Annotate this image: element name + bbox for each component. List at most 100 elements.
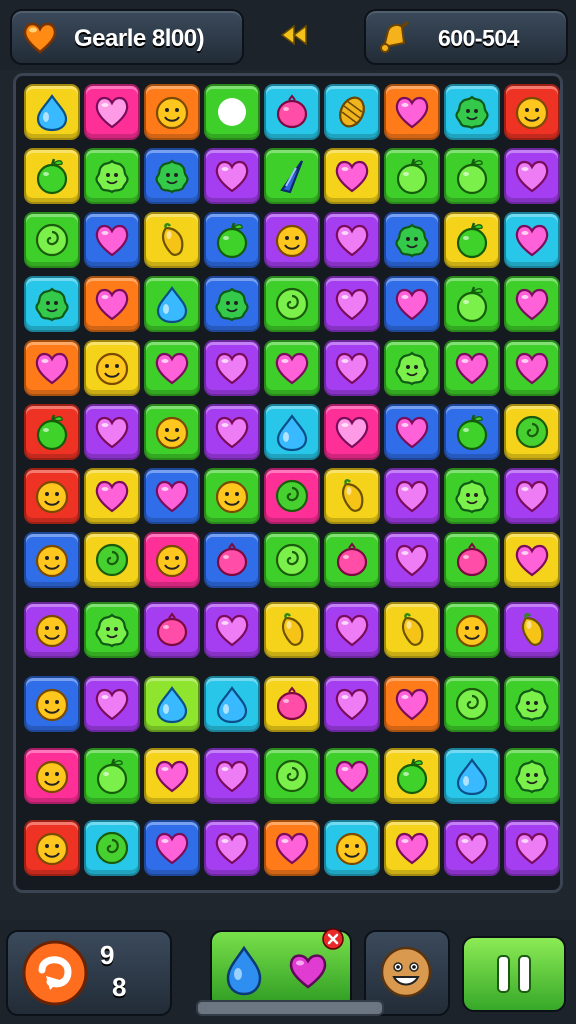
board-tile-drop[interactable] (204, 676, 260, 732)
board-tile-drop[interactable] (144, 676, 200, 732)
board-tile-face[interactable] (504, 84, 560, 140)
board-tile-heart[interactable] (204, 748, 260, 804)
board-tile-corn[interactable] (324, 84, 380, 140)
board-tile-leaf[interactable] (204, 84, 260, 140)
board-tile-heart[interactable] (204, 148, 260, 204)
board-tile-berry[interactable] (264, 84, 320, 140)
board-tile-heart[interactable] (144, 340, 200, 396)
board-tile-apple[interactable] (84, 748, 140, 804)
board-tile-apple[interactable] (24, 404, 80, 460)
board-tile-swirl[interactable] (264, 748, 320, 804)
board-tile-heart[interactable] (504, 340, 560, 396)
coins-panel[interactable]: 600-504 (364, 9, 568, 65)
board-tile-pepper[interactable] (264, 602, 320, 658)
board-tile-face[interactable] (204, 468, 260, 524)
board-tile-face[interactable] (24, 602, 80, 658)
board-tile-drop[interactable] (264, 404, 320, 460)
board-tile-blob[interactable] (84, 602, 140, 658)
board-tile-heart[interactable] (324, 602, 380, 658)
board-tile-heart[interactable] (324, 676, 380, 732)
board-tile-swirl[interactable] (24, 212, 80, 268)
board-tile-swirl[interactable] (84, 532, 140, 588)
board-tile-face[interactable] (144, 84, 200, 140)
double-arrow-icon[interactable] (278, 22, 312, 48)
board-tile-blob[interactable] (84, 148, 140, 204)
board-tile-heart[interactable] (504, 212, 560, 268)
board-tile-berry[interactable] (264, 676, 320, 732)
board-tile-drop[interactable] (444, 748, 500, 804)
board-tile-swirl[interactable] (264, 532, 320, 588)
board-tile-blob[interactable] (144, 148, 200, 204)
board-tile-heart[interactable] (204, 602, 260, 658)
board-tile-berry[interactable] (324, 532, 380, 588)
score-panel[interactable]: Gearle 8l00) (10, 9, 244, 65)
board-tile-apple[interactable] (444, 404, 500, 460)
board-tile-berry[interactable] (444, 532, 500, 588)
board-tile-swirl[interactable] (84, 820, 140, 876)
board-tile-heart[interactable] (144, 468, 200, 524)
board-tile-face[interactable] (444, 602, 500, 658)
board-tile-heart[interactable] (84, 468, 140, 524)
board-tile-heart[interactable] (324, 212, 380, 268)
board-tile-heart[interactable] (504, 148, 560, 204)
board-tile-heart[interactable] (504, 820, 560, 876)
board-tile-heart[interactable] (144, 820, 200, 876)
board-tile-berry[interactable] (204, 532, 260, 588)
close-badge-icon[interactable] (322, 928, 344, 950)
board-tile-heart[interactable] (84, 676, 140, 732)
board-tile-heart[interactable] (324, 276, 380, 332)
board-tile-heart[interactable] (384, 676, 440, 732)
board-tile-apple[interactable] (444, 212, 500, 268)
moves-button[interactable]: 9 8 (6, 930, 172, 1016)
board-tile-heart[interactable] (204, 820, 260, 876)
board-tile-face[interactable] (24, 820, 80, 876)
board-tile-blob[interactable] (504, 748, 560, 804)
board-tile-blob[interactable] (384, 212, 440, 268)
board-tile-face[interactable] (144, 532, 200, 588)
board-tile-heart[interactable] (264, 340, 320, 396)
board-tile-blob[interactable] (504, 676, 560, 732)
board-tile-heart[interactable] (264, 820, 320, 876)
board-tile-blob[interactable] (24, 276, 80, 332)
board-tile-heart[interactable] (84, 276, 140, 332)
board-tile-heart[interactable] (504, 532, 560, 588)
board-tile-swirl[interactable] (504, 404, 560, 460)
board-tile-heart[interactable] (84, 404, 140, 460)
board-tile-heart[interactable] (84, 84, 140, 140)
board-tile-swirl[interactable] (444, 676, 500, 732)
board-tile-face[interactable] (24, 748, 80, 804)
board-tile-heart[interactable] (384, 404, 440, 460)
board-tile-face[interactable] (24, 532, 80, 588)
board-tile-heart[interactable] (504, 468, 560, 524)
board-tile-face[interactable] (24, 468, 80, 524)
board-tile-heart[interactable] (504, 276, 560, 332)
board-tile-face[interactable] (144, 404, 200, 460)
board-tile-face[interactable] (264, 212, 320, 268)
board-tile-apple[interactable] (204, 212, 260, 268)
board-tile-pepper[interactable] (144, 212, 200, 268)
board-tile-cone[interactable] (264, 148, 320, 204)
board-tile-heart[interactable] (384, 276, 440, 332)
board-tile-heart[interactable] (324, 748, 380, 804)
board-tile-apple[interactable] (444, 276, 500, 332)
progress-slider[interactable] (196, 1000, 384, 1016)
board-tile-pepper[interactable] (384, 602, 440, 658)
board-tile-blob[interactable] (204, 276, 260, 332)
board-tile-heart[interactable] (384, 84, 440, 140)
board-tile-heart[interactable] (444, 340, 500, 396)
board-tile-heart[interactable] (324, 340, 380, 396)
board-tile-pepper[interactable] (504, 602, 560, 658)
pause-button[interactable] (462, 936, 566, 1012)
board-tile-heart[interactable] (24, 340, 80, 396)
board-tile-apple[interactable] (444, 148, 500, 204)
board-tile-heart[interactable] (84, 212, 140, 268)
board-tile-drop[interactable] (144, 276, 200, 332)
board-tile-heart[interactable] (144, 748, 200, 804)
board-tile-blob[interactable] (384, 340, 440, 396)
board-tile-blob[interactable] (444, 84, 500, 140)
booster-button[interactable] (210, 928, 352, 1010)
board-tile-swirl[interactable] (264, 468, 320, 524)
board-tile-heart[interactable] (384, 820, 440, 876)
board-tile-heart[interactable] (204, 404, 260, 460)
board-tile-heart[interactable] (204, 340, 260, 396)
